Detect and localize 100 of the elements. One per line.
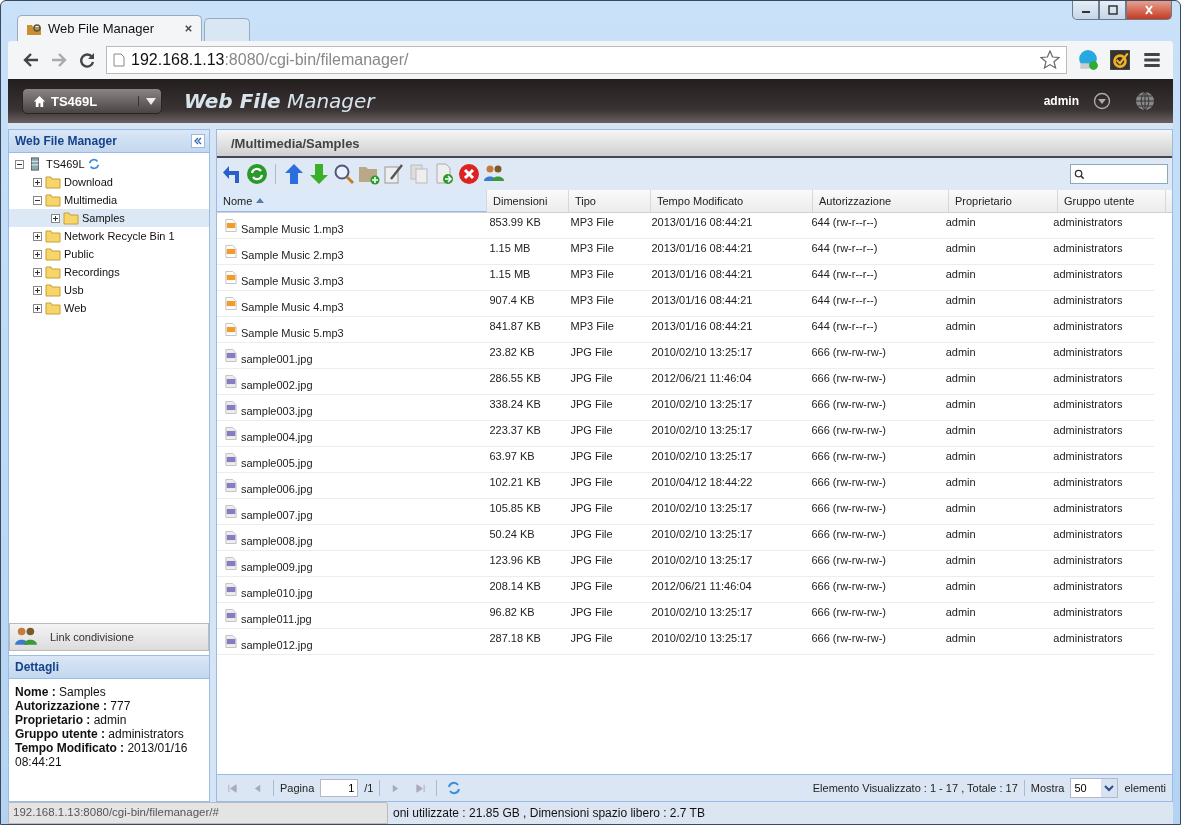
table-cell: administrators xyxy=(1053,554,1123,566)
star-icon[interactable] xyxy=(1040,50,1060,70)
column-header[interactable]: Proprietario xyxy=(949,190,1058,212)
detail-line: Autorizzazione : 777 xyxy=(15,699,132,713)
extension-icon[interactable] xyxy=(1109,49,1131,71)
dropdown-icon[interactable] xyxy=(1093,92,1111,110)
table-cell: 2010/02/10 13:25:17 xyxy=(651,502,753,514)
table-cell: JPG File xyxy=(570,372,613,384)
tree-toggle-icon[interactable] xyxy=(33,267,42,277)
tree-toggle-icon[interactable] xyxy=(15,159,24,169)
search-field[interactable] xyxy=(1070,164,1168,184)
tree-item[interactable]: Network Recycle Bin 1 xyxy=(64,230,175,242)
column-header[interactable]: Dimensioni xyxy=(487,190,569,212)
detail-line: Tempo Modificato : 2013/01/16 08:44:21 xyxy=(15,741,189,769)
column-header[interactable]: Gruppo utente xyxy=(1058,190,1166,212)
file-name[interactable]: Sample Music 3.mp3 xyxy=(241,274,344,287)
file-name[interactable]: sample007.jpg xyxy=(241,508,313,521)
file-name[interactable]: sample006.jpg xyxy=(241,482,313,495)
table-cell: 644 (rw-r--r--) xyxy=(811,216,878,228)
tree-toggle-icon[interactable] xyxy=(33,249,42,259)
file-name[interactable]: Sample Music 5.mp3 xyxy=(241,326,344,339)
search-icon[interactable] xyxy=(333,163,355,185)
file-name[interactable]: sample005.jpg xyxy=(241,456,313,469)
reload-icon[interactable] xyxy=(78,51,96,69)
tree-item[interactable]: Download xyxy=(64,176,113,188)
table-cell: MP3 File xyxy=(570,242,614,254)
file-name[interactable]: Sample Music 4.mp3 xyxy=(241,300,344,313)
tree-item[interactable]: Recordings xyxy=(64,266,120,278)
table-cell: admin xyxy=(945,632,976,644)
back-icon[interactable] xyxy=(22,51,40,69)
file-name[interactable]: sample001.jpg xyxy=(241,352,313,365)
tree-toggle-icon[interactable] xyxy=(33,231,42,241)
delete-icon[interactable] xyxy=(458,163,480,185)
file-name[interactable]: sample012.jpg xyxy=(241,638,313,651)
table-cell: administrators xyxy=(1053,346,1123,358)
file-name[interactable]: sample011.jpg xyxy=(241,612,312,625)
table-cell: JPG File xyxy=(570,554,613,566)
file-name[interactable]: sample008.jpg xyxy=(241,534,313,547)
share-link-button[interactable]: Link condivisione xyxy=(9,623,209,651)
table-cell: 666 (rw-rw-rw-) xyxy=(811,424,886,436)
refresh-icon[interactable] xyxy=(87,158,100,170)
refresh-icon[interactable] xyxy=(447,781,462,795)
table-cell: admin xyxy=(945,346,976,358)
browser-tab[interactable]: Web File Manager xyxy=(17,15,202,41)
tree-toggle-icon[interactable] xyxy=(33,303,42,313)
table-cell: administrators xyxy=(1053,320,1123,332)
tree-item[interactable]: Web xyxy=(64,302,87,314)
tree-toggle-icon[interactable] xyxy=(51,213,60,223)
close-icon[interactable] xyxy=(184,24,193,33)
table-cell: JPG File xyxy=(570,528,613,540)
table-cell: JPG File xyxy=(570,450,613,462)
tree-item[interactable]: Public xyxy=(64,248,94,260)
upload-icon[interactable] xyxy=(283,163,305,185)
column-header[interactable]: Tipo xyxy=(569,190,651,212)
table-cell: administrators xyxy=(1053,372,1123,384)
table-cell: 23.82 KB xyxy=(489,346,535,358)
table-cell: 2010/02/10 13:25:17 xyxy=(651,528,753,540)
tree-item[interactable]: Samples xyxy=(82,212,125,224)
globe-icon[interactable] xyxy=(1135,91,1155,111)
device-dropdown[interactable]: TS469L xyxy=(22,88,162,114)
file-name[interactable]: Sample Music 2.mp3 xyxy=(241,248,344,261)
table-cell: 102.21 KB xyxy=(489,476,541,488)
column-header[interactable]: Nome xyxy=(217,190,487,212)
table-cell: 2010/02/10 13:25:17 xyxy=(651,554,753,566)
file-name[interactable]: sample003.jpg xyxy=(241,404,313,417)
collapse-icon[interactable] xyxy=(191,134,205,148)
rename-icon[interactable] xyxy=(383,163,405,185)
maximize-button[interactable] xyxy=(1099,1,1126,20)
file-name[interactable]: sample002.jpg xyxy=(241,378,313,391)
file-name[interactable]: sample009.jpg xyxy=(241,560,313,573)
column-header[interactable]: Tempo Modificato xyxy=(651,190,813,212)
file-name[interactable]: sample010.jpg xyxy=(241,586,313,599)
tree-item[interactable]: Multimedia xyxy=(64,194,118,206)
table-cell: 338.24 KB xyxy=(489,398,541,410)
move-icon[interactable] xyxy=(433,163,455,185)
tree-toggle-icon[interactable] xyxy=(33,285,42,295)
column-header[interactable]: Autorizzazione xyxy=(813,190,949,212)
table-cell: administrators xyxy=(1053,476,1123,488)
file-name[interactable]: Sample Music 1.mp3 xyxy=(241,222,344,235)
tree-toggle-icon[interactable] xyxy=(33,195,42,205)
file-name[interactable]: sample004.jpg xyxy=(241,430,313,443)
tree-item[interactable]: TS469L xyxy=(46,158,85,170)
page-field[interactable]: 1 xyxy=(320,779,359,797)
table-cell: 2012/06/21 11:46:04 xyxy=(651,580,752,592)
table-cell: administrators xyxy=(1053,268,1123,280)
table-cell: admin xyxy=(945,216,976,228)
caret-icon[interactable] xyxy=(1101,779,1118,797)
address-field[interactable]: 192.168.1.13:8080/cgi-bin/filemanager/ xyxy=(106,46,1067,74)
minimize-button[interactable] xyxy=(1072,1,1099,20)
page-size-select[interactable]: 50 xyxy=(1070,778,1119,798)
table-cell: admin xyxy=(945,502,976,514)
table-cell: 644 (rw-r--r--) xyxy=(811,242,878,254)
table-cell: admin xyxy=(945,294,976,306)
refresh-icon[interactable] xyxy=(246,163,268,185)
table-cell: 666 (rw-rw-rw-) xyxy=(811,580,886,592)
tree-toggle-icon[interactable] xyxy=(33,177,42,187)
tree-item[interactable]: Usb xyxy=(64,284,84,296)
close-button[interactable] xyxy=(1126,1,1172,20)
table-cell: administrators xyxy=(1053,242,1123,254)
table-cell: 666 (rw-rw-rw-) xyxy=(811,372,886,384)
